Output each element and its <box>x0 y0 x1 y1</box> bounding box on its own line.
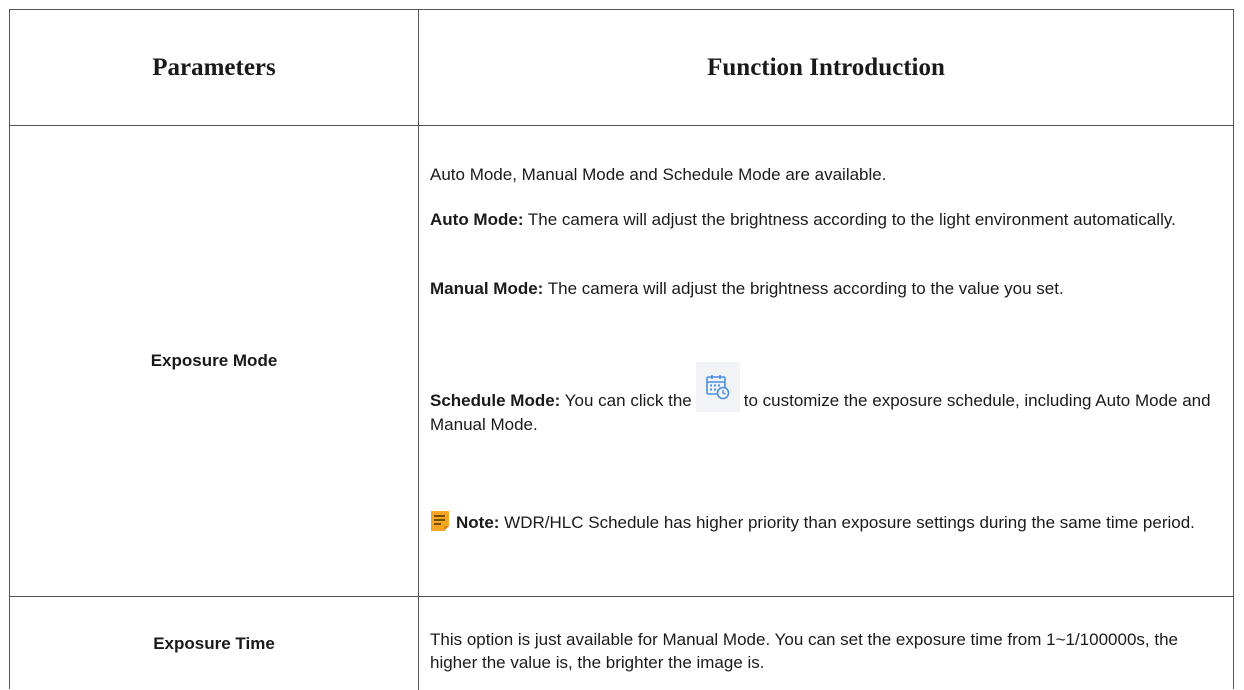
parameters-table: Parameters Function Introduction Exposur… <box>9 9 1234 690</box>
desc-exposure-time: This option is just available for Manual… <box>430 628 1220 674</box>
auto-mode-label: Auto Mode: <box>430 210 524 229</box>
desc-exposure-mode: Auto Mode, Manual Mode and Schedule Mode… <box>430 163 1220 186</box>
header-function-introduction: Function Introduction <box>707 53 945 81</box>
exposure-time-text: This option is just available for Manual… <box>430 630 1178 672</box>
schedule-calendar-icon[interactable] <box>695 362 740 412</box>
note-paragraph: Note: WDR/HLC Schedule has higher priori… <box>430 510 1220 534</box>
param-exposure-time: Exposure Time <box>153 633 275 653</box>
schedule-mode-paragraph: Schedule Mode: You can click the to cust… <box>430 362 1220 437</box>
manual-mode-label: Manual Mode: <box>430 279 544 298</box>
schedule-mode-label: Schedule Mode: <box>430 391 561 410</box>
manual-mode-paragraph: Manual Mode: The camera will adjust the … <box>430 277 1220 300</box>
manual-mode-text: The camera will adjust the brightness ac… <box>543 279 1064 298</box>
param-exposure-mode: Exposure Mode <box>150 351 278 370</box>
note-icon <box>430 510 450 532</box>
auto-mode-text: The camera will adjust the brightness ac… <box>523 210 1176 229</box>
schedule-mode-text-pre: You can click the <box>560 391 692 410</box>
header-parameters: Parameters <box>152 53 276 81</box>
auto-mode-paragraph: Auto Mode: The camera will adjust the br… <box>430 208 1220 231</box>
note-text: WDR/HLC Schedule has higher priority tha… <box>499 513 1195 532</box>
intro-text: Auto Mode, Manual Mode and Schedule Mode… <box>430 165 887 184</box>
note-label: Note: <box>456 513 500 532</box>
